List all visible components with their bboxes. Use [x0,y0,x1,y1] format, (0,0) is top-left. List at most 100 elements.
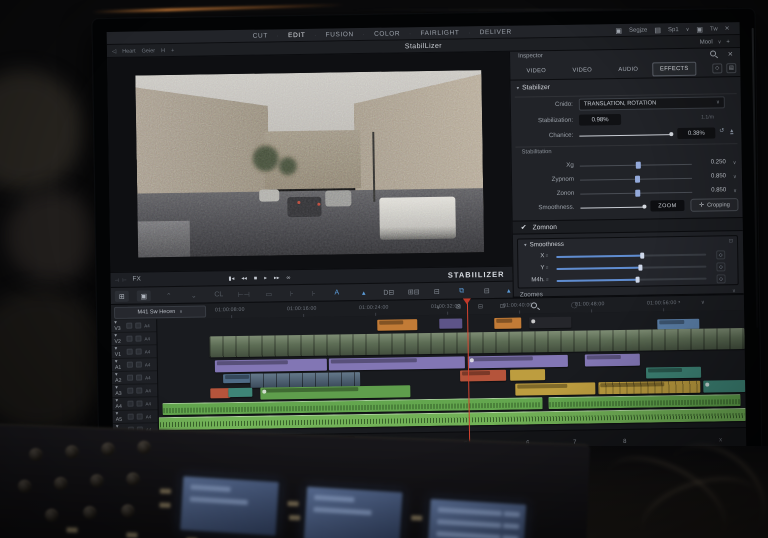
timeline-clip[interactable] [377,319,418,331]
box-tool-icon[interactable]: ▭ [262,288,276,299]
keyframe-icon[interactable]: ◇ [716,250,726,260]
timeline-clip[interactable] [584,353,640,367]
slider-handle[interactable] [635,189,641,197]
checkbox-checked-icon[interactable]: ✔ [521,223,527,231]
chevron-down-icon[interactable]: ∨ [733,160,737,166]
slider-handle[interactable] [636,161,642,169]
track-toggle[interactable] [127,413,134,420]
chevron-down-icon[interactable]: ∨ [733,188,737,194]
timeline-clip[interactable] [598,380,701,395]
slider-handle[interactable] [635,175,641,183]
keyframe-icon[interactable]: ◇ [716,262,726,272]
close-icon[interactable]: ✕ [725,25,730,32]
clip-link-icon[interactable]: CL [212,289,226,300]
slider-track[interactable] [556,276,707,283]
snapping-icon[interactable]: ⧉ [455,285,469,296]
timeline-clip[interactable] [439,318,463,329]
track-header[interactable]: ▾ A1 A4 [111,358,157,372]
menubar-item[interactable]: Sp1 [668,27,679,33]
inspector-tab-audio-2[interactable]: AUDIO [606,62,650,77]
timeline-clip[interactable] [645,366,702,379]
panel-toggle-icon[interactable]: ▤ [726,63,737,74]
menubar-item[interactable]: Segjze [629,27,647,33]
replace-clip-icon[interactable]: ⊟ [430,286,444,297]
zoom-mode-button[interactable]: ZOOM [650,199,685,212]
timeline-clip[interactable] [228,387,253,398]
track-header[interactable]: ▾ V2 A4 [111,332,157,346]
slider-track[interactable] [579,161,692,169]
chevron-down-icon[interactable]: ∨ [701,300,705,306]
video-preview[interactable] [135,70,485,258]
track-header[interactable]: ▾ A5 A4 [112,410,158,424]
trim-edit-icon[interactable]: A [330,287,344,298]
track-toggle[interactable] [136,413,143,420]
grab-icon[interactable]: ⊡ [500,303,505,310]
keyframe-icon[interactable]: ◇ [716,274,726,284]
full-view-icon[interactable]: ▣ [136,290,151,302]
mark-in-icon[interactable]: ⊦ [285,288,299,299]
track-toggle[interactable] [135,361,142,368]
timeline-clip[interactable] [529,316,572,329]
stabilization-value[interactable]: 0.98% [579,113,622,126]
moon-icon[interactable]: ◔ [677,300,681,306]
marker-icon[interactable]: ⊟ [480,285,494,296]
menu-page-fusion[interactable]: FUSION [326,31,354,38]
chevron-down-icon[interactable]: ∨ [718,39,722,45]
smoothness-slider[interactable] [580,206,645,209]
track-toggle[interactable] [135,335,142,342]
power-icon[interactable]: ◯ [571,302,578,309]
track-toggle[interactable] [127,400,134,407]
timeline-clip[interactable] [510,369,546,381]
track-toggle[interactable] [127,374,134,381]
overwrite-clip-icon[interactable]: ⊞⊟ [407,286,421,297]
menu-page-edit[interactable]: EDIT [288,32,305,39]
track-toggle[interactable] [136,374,143,381]
keyframe-panel-icon[interactable]: ◇ [712,63,723,74]
zomnon-section[interactable]: ✔ Zomnon [512,217,743,235]
menu-page-color[interactable]: COLOR [374,30,400,37]
track-toggle[interactable] [126,361,133,368]
tool-b-icon[interactable]: ⌄ [187,290,201,301]
track-toggle[interactable] [126,348,133,355]
charice-slider[interactable] [579,134,672,137]
track-toggle[interactable] [126,322,133,329]
slider-track[interactable] [580,175,693,183]
panel-icon[interactable]: ▤ [654,26,661,34]
link-icon[interactable]: ∨ [436,304,440,311]
charice-value[interactable]: 0.38% [677,127,716,140]
panel-icon[interactable]: ⊟ [478,303,483,310]
timeline-clip[interactable] [328,356,465,371]
track-toggle[interactable] [136,400,143,407]
timeline-clip[interactable] [548,394,741,410]
panel-icon[interactable]: ▣ [696,25,703,33]
track-toggle[interactable] [126,335,133,342]
step-back-icon[interactable]: ◂◂ [241,275,247,281]
timeline-clip[interactable] [260,385,411,400]
jump-start-icon[interactable]: ▮◂ [228,276,234,282]
slider-handle[interactable] [638,264,643,271]
chevron-down-icon[interactable]: ∨ [686,26,690,32]
timeline-name-dropdown[interactable]: M41 Sw Hecen ∨ [113,305,207,319]
loop-icon[interactable]: ∞ [286,275,290,281]
slider-track[interactable] [580,189,693,197]
menu-page-deliver[interactable]: DELIVER [480,29,512,37]
insert-clip-icon[interactable]: D⊟ [382,286,396,297]
close-icon[interactable]: ✕ [728,50,734,58]
section-stabilizer[interactable]: ▾ Stabilizer [517,84,551,92]
subpanel-title[interactable]: ▾ Smoothness [524,241,564,249]
track-toggle[interactable] [127,387,134,394]
timeline-clip[interactable] [703,380,746,393]
slider-track[interactable] [556,264,707,271]
timeline-clip[interactable] [515,382,596,396]
track-header[interactable]: ▾ A2 A4 [111,371,158,385]
razor-icon[interactable]: ▴ [357,287,371,298]
timeline-lanes[interactable] [157,310,746,436]
inspector-tab-effects-3[interactable]: EFFECTS [652,61,697,77]
timeline-clip[interactable] [209,328,745,358]
fx-label[interactable]: FX [132,275,140,282]
chevron-down-icon[interactable]: ∨ [733,174,737,180]
stop-icon[interactable]: ■ [254,275,257,281]
slider-handle[interactable] [639,252,644,259]
track-toggle[interactable] [136,387,143,394]
select-box-icon[interactable]: ⊠ [456,303,461,310]
